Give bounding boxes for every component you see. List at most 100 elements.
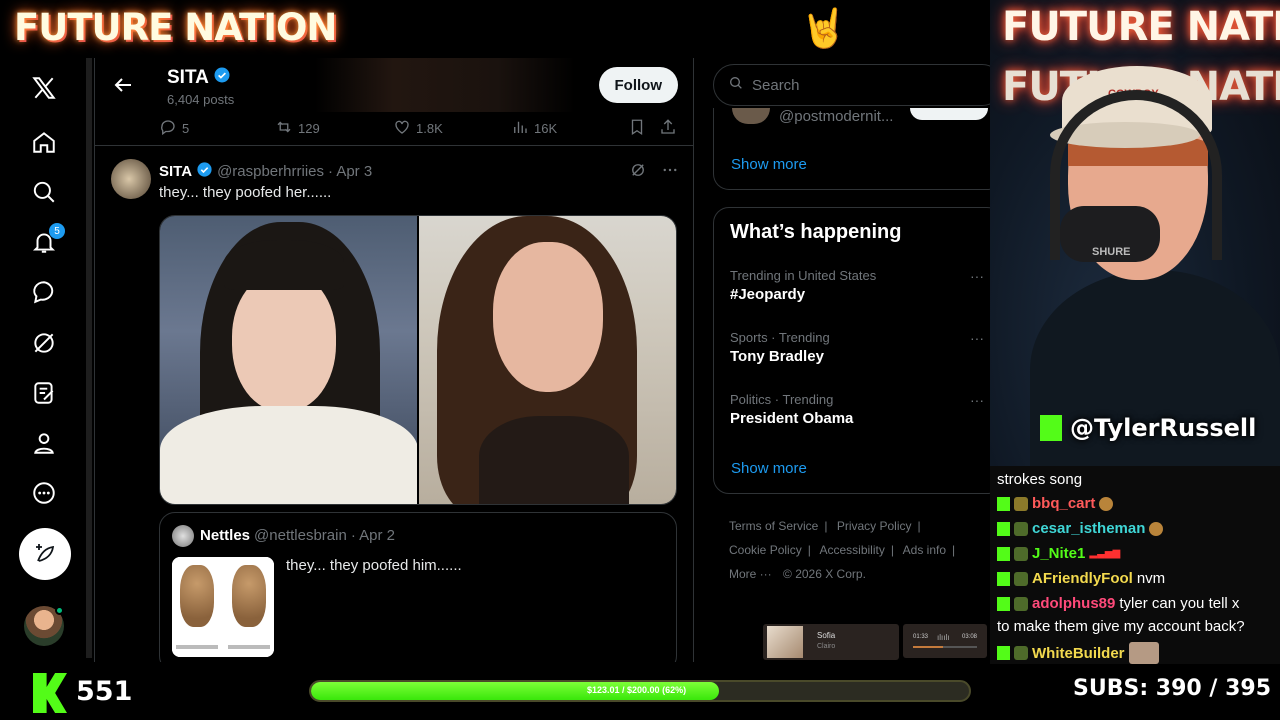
subs-value: 390 / 395	[1155, 676, 1271, 701]
show-more-link[interactable]: Show more	[731, 156, 807, 173]
more-link[interactable]: More ···	[729, 567, 772, 581]
x-logo-icon[interactable]	[22, 66, 66, 110]
messages-icon[interactable]	[22, 270, 66, 314]
home-icon[interactable]	[22, 120, 66, 164]
quoted-date[interactable]: · Apr 2	[351, 527, 395, 544]
follow-button[interactable]: Follow	[598, 67, 678, 103]
left-scrollbar[interactable]	[86, 58, 92, 658]
kick-badge-icon	[997, 496, 1010, 511]
tweet-avatar[interactable]	[111, 159, 151, 199]
rock-hand-emoji: 🤘	[800, 8, 848, 50]
trend-more-icon[interactable]: ···	[970, 268, 984, 284]
post-icon[interactable]	[19, 528, 71, 580]
sidebar-footer: Terms of Service | Privacy Policy | Cookie…	[729, 519, 956, 581]
ads-info-link[interactable]: Ads info	[903, 543, 946, 557]
lists-icon[interactable]	[22, 371, 66, 415]
reply-count: 5	[182, 121, 190, 136]
grok-icon[interactable]	[22, 321, 66, 365]
reply-action[interactable]: 5	[159, 118, 189, 139]
subs-label: SUBS:	[1073, 676, 1149, 701]
chat-username[interactable]: J_Nite1	[1032, 545, 1085, 562]
stream-chat: strokes song bbq_cart cesar_istheman J_N…	[990, 466, 1280, 664]
tweet-date[interactable]: · Apr 3	[328, 163, 372, 180]
search-icon	[728, 75, 744, 95]
suggested-user-avatar[interactable]	[732, 108, 770, 124]
quoted-author-handle[interactable]: @nettlesbrain	[254, 527, 347, 544]
quoted-meta: Nettles @nettlesbrain · Apr 2	[200, 527, 395, 544]
quoted-tweet[interactable]: Nettles @nettlesbrain · Apr 2 they... th…	[159, 512, 677, 662]
chat-username[interactable]: cesar_istheman	[1032, 520, 1145, 537]
show-more-link[interactable]: Show more	[731, 460, 807, 477]
photo-bangs	[224, 240, 344, 290]
song-artist: Clairo	[817, 643, 836, 650]
playback-progress-bar	[913, 646, 977, 648]
chat-message: nvm	[1136, 570, 1166, 587]
elapsed-time: 01:33	[913, 634, 929, 640]
repost-action[interactable]: 129	[275, 118, 320, 139]
tweet-photo-left[interactable]	[160, 216, 417, 504]
quoted-avatar[interactable]	[172, 525, 194, 547]
chat-username[interactable]: bbq_cart	[1032, 495, 1095, 512]
trend-title: Tony Bradley	[730, 348, 824, 365]
quoted-media[interactable]	[172, 557, 274, 657]
more-icon[interactable]	[22, 471, 66, 515]
suggested-follow-button[interactable]	[910, 108, 988, 120]
privacy-link[interactable]: Privacy Policy	[837, 519, 912, 533]
profile-name-row: SITA	[167, 66, 231, 90]
notifications-icon[interactable]: 5	[22, 220, 66, 264]
trend-context: Trending in United States	[730, 268, 877, 283]
timeline-column: SITA 6,404 posts Follow 5 129 1.8K 16K S…	[94, 58, 694, 662]
tweet-media[interactable]	[159, 215, 677, 505]
grok-icon[interactable]	[629, 161, 647, 184]
back-arrow-icon[interactable]	[111, 73, 135, 97]
quoted-author-name[interactable]: Nettles	[200, 527, 250, 544]
account-avatar[interactable]	[24, 606, 64, 646]
trend-more-icon[interactable]: ···	[970, 392, 984, 408]
teddy-bear-photo	[172, 557, 222, 657]
kick-badge-icon	[997, 596, 1010, 611]
playback-progress-widget: 01:33 ılıılı 03:08	[903, 624, 987, 658]
suggested-user-handle[interactable]: @postmodernit...	[779, 108, 893, 125]
verified-badge-icon	[213, 66, 231, 90]
subscriber-badge-icon	[1014, 546, 1028, 561]
chat-line: WhiteBuilder	[997, 642, 1159, 664]
quoted-text: they... they poofed him......	[286, 557, 462, 574]
chat-username[interactable]: AFriendlyFool	[1032, 570, 1133, 587]
profile-icon[interactable]	[22, 421, 66, 465]
like-action[interactable]: 1.8K	[393, 118, 443, 139]
tweet-text: they... they poofed her......	[159, 184, 332, 201]
search-input[interactable]: Search	[713, 64, 990, 106]
tweet-author-handle[interactable]: @raspberhrriies	[217, 163, 324, 180]
stream-brand-title: FUTURE NATION	[14, 6, 337, 49]
emote-icon	[1099, 496, 1114, 511]
emote-icon: ▂▃▅▆	[1089, 548, 1121, 559]
subscriber-badge-icon	[1014, 521, 1028, 536]
chat-message: strokes song	[997, 471, 1083, 488]
chat-line: adolphus89 tyler can you tell x	[997, 595, 1239, 612]
more-options-icon[interactable]	[661, 161, 679, 184]
subscriber-badge-icon	[1014, 571, 1028, 586]
bookmark-icon[interactable]	[628, 118, 646, 136]
chat-line: cesar_istheman	[997, 520, 1164, 537]
kick-badge-icon	[997, 546, 1010, 561]
share-icon[interactable]	[659, 118, 677, 136]
cookie-link[interactable]: Cookie Policy	[729, 543, 802, 557]
trend-item[interactable]: Sports · Trending Tony Bradley ···	[730, 330, 988, 365]
accessibility-link[interactable]: Accessibility	[820, 543, 885, 557]
chat-line: to make them give my account back?	[997, 618, 1245, 635]
chat-username[interactable]: adolphus89	[1032, 595, 1115, 612]
trend-item[interactable]: Trending in United States #Jeopardy ···	[730, 268, 988, 303]
trend-item[interactable]: Politics · Trending President Obama ···	[730, 392, 988, 427]
kick-badge-icon	[997, 521, 1010, 536]
explore-icon[interactable]	[22, 170, 66, 214]
trend-title: #Jeopardy	[730, 286, 806, 303]
terms-link[interactable]: Terms of Service	[729, 519, 818, 533]
chat-username[interactable]: WhiteBuilder	[1032, 645, 1125, 662]
trend-context: Politics · Trending	[730, 392, 834, 407]
tweet-author-name[interactable]: SITA	[159, 163, 192, 180]
views-count: 16K	[534, 121, 558, 136]
trend-more-icon[interactable]: ···	[970, 330, 984, 346]
copyright: © 2026 X Corp.	[783, 567, 866, 581]
tweet-photo-right[interactable]	[419, 216, 676, 504]
views-action[interactable]: 16K	[511, 118, 557, 139]
